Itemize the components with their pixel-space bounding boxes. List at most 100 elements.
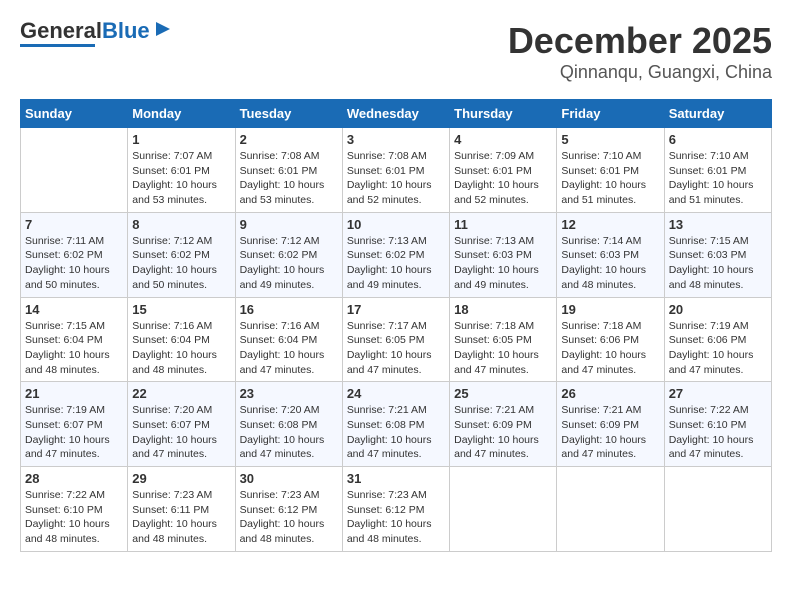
day-header-wednesday: Wednesday <box>342 100 449 128</box>
day-info: Sunrise: 7:07 AM Sunset: 6:01 PM Dayligh… <box>132 149 230 208</box>
calendar-cell: 30 Sunrise: 7:23 AM Sunset: 6:12 PM Dayli… <box>235 467 342 552</box>
day-info: Sunrise: 7:21 AM Sunset: 6:09 PM Dayligh… <box>561 403 659 462</box>
day-info: Sunrise: 7:12 AM Sunset: 6:02 PM Dayligh… <box>132 234 230 293</box>
day-info: Sunrise: 7:14 AM Sunset: 6:03 PM Dayligh… <box>561 234 659 293</box>
calendar-cell: 24 Sunrise: 7:21 AM Sunset: 6:08 PM Dayli… <box>342 382 449 467</box>
logo-icon <box>152 18 174 40</box>
day-number: 10 <box>347 217 445 232</box>
calendar-cell: 23Sunrise: 7:20 AM Sunset: 6:08 PM Dayli… <box>235 382 342 467</box>
day-info: Sunrise: 7:08 AM Sunset: 6:01 PM Dayligh… <box>240 149 338 208</box>
day-number: 31 <box>347 471 445 486</box>
day-number: 25 <box>454 386 552 401</box>
calendar-cell: 5 Sunrise: 7:10 AM Sunset: 6:01 PM Daylig… <box>557 128 664 213</box>
calendar-cell <box>664 467 771 552</box>
day-info: Sunrise: 7:22 AM Sunset: 6:10 PM Dayligh… <box>25 488 123 547</box>
calendar-cell: 27 Sunrise: 7:22 AM Sunset: 6:10 PM Dayli… <box>664 382 771 467</box>
day-number: 6 <box>669 132 767 147</box>
calendar-cell: 22 Sunrise: 7:20 AM Sunset: 6:07 PM Dayli… <box>128 382 235 467</box>
day-info: Sunrise: 7:16 AM Sunset: 6:04 PM Dayligh… <box>132 319 230 378</box>
calendar-cell: 15 Sunrise: 7:16 AM Sunset: 6:04 PM Dayli… <box>128 297 235 382</box>
calendar-week-1: 1 Sunrise: 7:07 AM Sunset: 6:01 PM Daylig… <box>21 128 772 213</box>
day-number: 13 <box>669 217 767 232</box>
day-info: Sunrise: 7:10 AM Sunset: 6:01 PM Dayligh… <box>561 149 659 208</box>
day-number: 5 <box>561 132 659 147</box>
day-info: Sunrise: 7:15 AM Sunset: 6:03 PM Dayligh… <box>669 234 767 293</box>
day-info: Sunrise: 7:18 AM Sunset: 6:06 PM Dayligh… <box>561 319 659 378</box>
calendar-cell <box>21 128 128 213</box>
calendar-cell: 14Sunrise: 7:15 AM Sunset: 6:04 PM Dayli… <box>21 297 128 382</box>
day-number: 17 <box>347 302 445 317</box>
calendar-cell: 7 Sunrise: 7:11 AM Sunset: 6:02 PM Daylig… <box>21 212 128 297</box>
day-number: 1 <box>132 132 230 147</box>
day-number: 26 <box>561 386 659 401</box>
day-number: 29 <box>132 471 230 486</box>
calendar-cell: 3Sunrise: 7:08 AM Sunset: 6:01 PM Daylig… <box>342 128 449 213</box>
calendar-cell: 2 Sunrise: 7:08 AM Sunset: 6:01 PM Daylig… <box>235 128 342 213</box>
day-number: 22 <box>132 386 230 401</box>
day-header-tuesday: Tuesday <box>235 100 342 128</box>
day-info: Sunrise: 7:21 AM Sunset: 6:08 PM Dayligh… <box>347 403 445 462</box>
day-info: Sunrise: 7:12 AM Sunset: 6:02 PM Dayligh… <box>240 234 338 293</box>
day-number: 19 <box>561 302 659 317</box>
calendar-week-3: 14Sunrise: 7:15 AM Sunset: 6:04 PM Dayli… <box>21 297 772 382</box>
day-number: 15 <box>132 302 230 317</box>
day-number: 27 <box>669 386 767 401</box>
title-area: December 2025 Qinnanqu, Guangxi, China <box>508 20 772 83</box>
logo-text: GeneralBlue <box>20 20 150 42</box>
calendar-cell: 11Sunrise: 7:13 AM Sunset: 6:03 PM Dayli… <box>450 212 557 297</box>
calendar-week-5: 28 Sunrise: 7:22 AM Sunset: 6:10 PM Dayli… <box>21 467 772 552</box>
calendar-cell: 18 Sunrise: 7:18 AM Sunset: 6:05 PM Dayli… <box>450 297 557 382</box>
day-info: Sunrise: 7:22 AM Sunset: 6:10 PM Dayligh… <box>669 403 767 462</box>
day-info: Sunrise: 7:17 AM Sunset: 6:05 PM Dayligh… <box>347 319 445 378</box>
day-number: 12 <box>561 217 659 232</box>
day-info: Sunrise: 7:23 AM Sunset: 6:12 PM Dayligh… <box>240 488 338 547</box>
day-number: 28 <box>25 471 123 486</box>
calendar-header-row: SundayMondayTuesdayWednesdayThursdayFrid… <box>21 100 772 128</box>
day-info: Sunrise: 7:18 AM Sunset: 6:05 PM Dayligh… <box>454 319 552 378</box>
day-info: Sunrise: 7:16 AM Sunset: 6:04 PM Dayligh… <box>240 319 338 378</box>
day-number: 30 <box>240 471 338 486</box>
day-header-saturday: Saturday <box>664 100 771 128</box>
day-info: Sunrise: 7:21 AM Sunset: 6:09 PM Dayligh… <box>454 403 552 462</box>
day-header-friday: Friday <box>557 100 664 128</box>
day-info: Sunrise: 7:19 AM Sunset: 6:06 PM Dayligh… <box>669 319 767 378</box>
calendar-cell: 4 Sunrise: 7:09 AM Sunset: 6:01 PM Daylig… <box>450 128 557 213</box>
day-info: Sunrise: 7:23 AM Sunset: 6:11 PM Dayligh… <box>132 488 230 547</box>
month-title: December 2025 <box>508 20 772 62</box>
day-number: 18 <box>454 302 552 317</box>
day-info: Sunrise: 7:23 AM Sunset: 6:12 PM Dayligh… <box>347 488 445 547</box>
day-info: Sunrise: 7:10 AM Sunset: 6:01 PM Dayligh… <box>669 149 767 208</box>
calendar-cell: 20Sunrise: 7:19 AM Sunset: 6:06 PM Dayli… <box>664 297 771 382</box>
calendar-cell <box>450 467 557 552</box>
calendar-cell: 26 Sunrise: 7:21 AM Sunset: 6:09 PM Dayli… <box>557 382 664 467</box>
calendar-cell: 12 Sunrise: 7:14 AM Sunset: 6:03 PM Dayli… <box>557 212 664 297</box>
day-header-sunday: Sunday <box>21 100 128 128</box>
calendar-cell <box>557 467 664 552</box>
day-info: Sunrise: 7:20 AM Sunset: 6:07 PM Dayligh… <box>132 403 230 462</box>
day-number: 11 <box>454 217 552 232</box>
calendar-cell: 1 Sunrise: 7:07 AM Sunset: 6:01 PM Daylig… <box>128 128 235 213</box>
calendar-cell: 9 Sunrise: 7:12 AM Sunset: 6:02 PM Daylig… <box>235 212 342 297</box>
day-number: 7 <box>25 217 123 232</box>
day-header-monday: Monday <box>128 100 235 128</box>
day-info: Sunrise: 7:13 AM Sunset: 6:02 PM Dayligh… <box>347 234 445 293</box>
day-number: 2 <box>240 132 338 147</box>
day-number: 4 <box>454 132 552 147</box>
day-number: 9 <box>240 217 338 232</box>
calendar-cell: 19 Sunrise: 7:18 AM Sunset: 6:06 PM Dayli… <box>557 297 664 382</box>
calendar-cell: 13 Sunrise: 7:15 AM Sunset: 6:03 PM Dayli… <box>664 212 771 297</box>
header: GeneralBlue December 2025 Qinnanqu, Guan… <box>20 20 772 83</box>
day-info: Sunrise: 7:11 AM Sunset: 6:02 PM Dayligh… <box>25 234 123 293</box>
day-header-thursday: Thursday <box>450 100 557 128</box>
day-info: Sunrise: 7:08 AM Sunset: 6:01 PM Dayligh… <box>347 149 445 208</box>
calendar-cell: 28 Sunrise: 7:22 AM Sunset: 6:10 PM Dayli… <box>21 467 128 552</box>
day-info: Sunrise: 7:09 AM Sunset: 6:01 PM Dayligh… <box>454 149 552 208</box>
location-title: Qinnanqu, Guangxi, China <box>508 62 772 83</box>
day-number: 24 <box>347 386 445 401</box>
calendar: SundayMondayTuesdayWednesdayThursdayFrid… <box>20 99 772 552</box>
day-info: Sunrise: 7:20 AM Sunset: 6:08 PM Dayligh… <box>240 403 338 462</box>
calendar-week-2: 7 Sunrise: 7:11 AM Sunset: 6:02 PM Daylig… <box>21 212 772 297</box>
day-number: 16 <box>240 302 338 317</box>
calendar-cell: 21Sunrise: 7:19 AM Sunset: 6:07 PM Dayli… <box>21 382 128 467</box>
day-number: 14 <box>25 302 123 317</box>
